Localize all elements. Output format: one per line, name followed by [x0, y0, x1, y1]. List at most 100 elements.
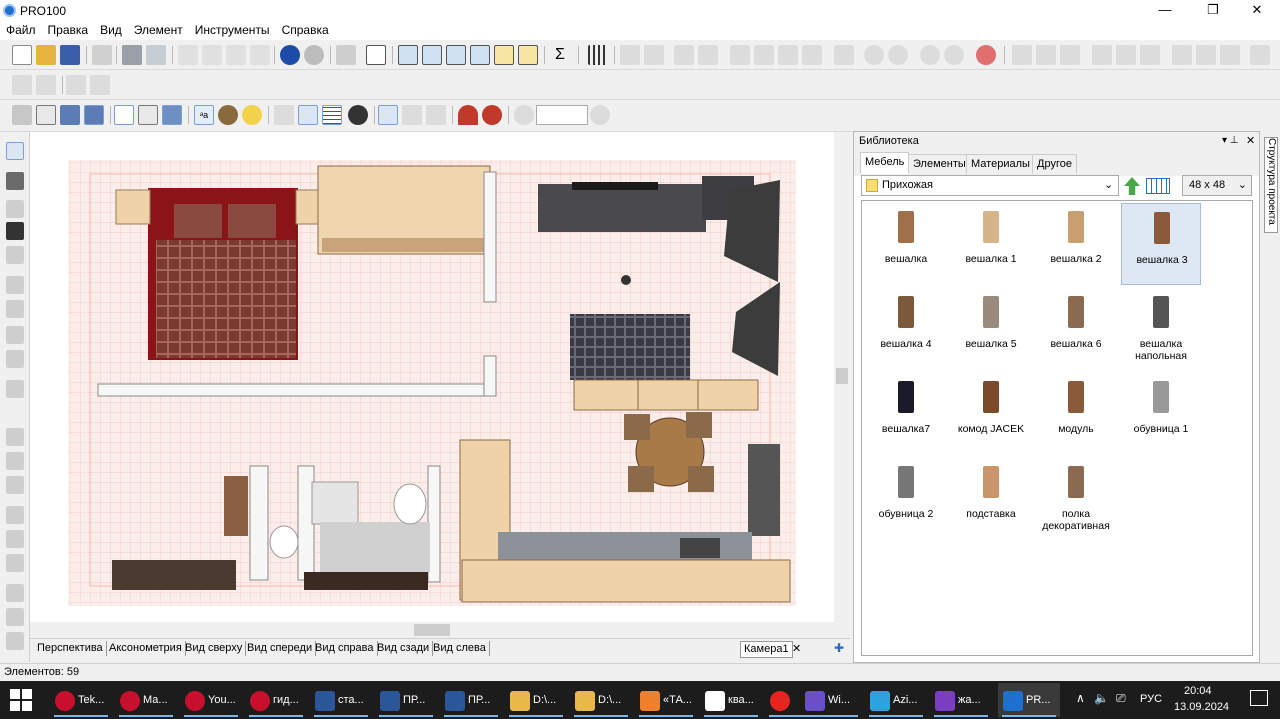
thumb-size-select[interactable]: 48 x 48 ⌄	[1182, 175, 1252, 196]
paste-icon[interactable]	[226, 45, 246, 65]
library-item[interactable]: вешалка напольная	[1121, 288, 1201, 370]
menu-tools[interactable]: Инструменты	[189, 22, 276, 39]
tab-front-view[interactable]: Вид спереди	[244, 641, 317, 656]
eyedropper-icon[interactable]	[6, 222, 24, 240]
tray-arrow-icon[interactable]: ∧	[1076, 691, 1085, 705]
tool-13-icon[interactable]	[6, 554, 24, 572]
taskbar-app[interactable]: ПР...	[375, 683, 437, 717]
tool-11-icon[interactable]	[6, 506, 24, 524]
align-extra-icon[interactable]	[1250, 45, 1270, 65]
snap-3-icon[interactable]	[426, 105, 446, 125]
tool-14-icon[interactable]	[6, 584, 24, 602]
start-button[interactable]	[10, 689, 32, 711]
tool-1-icon[interactable]	[6, 172, 24, 190]
view-box-1-icon[interactable]	[12, 105, 32, 125]
align-bottom-icon[interactable]	[1140, 45, 1160, 65]
material-icon[interactable]	[218, 105, 238, 125]
tab-other[interactable]: Другое	[1032, 154, 1077, 174]
tab-perspective[interactable]: Перспектива	[34, 641, 107, 656]
select-arrow-icon[interactable]	[6, 142, 24, 160]
link-2-icon[interactable]	[888, 45, 908, 65]
new-file-icon[interactable]	[12, 45, 32, 65]
library-item[interactable]: вешалка 5	[951, 288, 1031, 370]
library-item[interactable]: вешалка 1	[951, 203, 1031, 285]
view-box-6-icon[interactable]	[138, 105, 158, 125]
speaker-icon[interactable]: 🔈	[1094, 691, 1109, 705]
taskbar-app[interactable]: «ТА...	[635, 683, 697, 717]
text-icon[interactable]: ᵃa	[194, 105, 214, 125]
dimension-4-icon[interactable]	[90, 75, 110, 95]
align-middle-icon[interactable]	[1116, 45, 1136, 65]
tab-elements[interactable]: Элементы	[908, 154, 971, 174]
window-5-icon[interactable]	[494, 45, 514, 65]
sum-icon[interactable]: Σ	[550, 45, 570, 65]
menu-file[interactable]: Файл	[0, 22, 42, 39]
window-2-icon[interactable]	[422, 45, 442, 65]
library-item[interactable]: вешалка 4	[866, 288, 946, 370]
view-box-2-icon[interactable]	[36, 105, 56, 125]
add-camera-icon[interactable]: ✚	[834, 641, 844, 655]
library-item[interactable]: вешалка7	[866, 373, 946, 455]
library-item[interactable]: вешалка 6	[1036, 288, 1116, 370]
move-icon[interactable]	[754, 45, 774, 65]
link-1-icon[interactable]	[864, 45, 884, 65]
view-box-5-icon[interactable]	[114, 105, 134, 125]
view-box-7-icon[interactable]	[162, 105, 182, 125]
taskbar-app[interactable]: Azi...	[865, 683, 927, 717]
taskbar-app[interactable]: You...	[180, 683, 242, 717]
grid-icon[interactable]	[588, 45, 608, 65]
library-item[interactable]: подставка	[951, 458, 1031, 540]
tab-left-view[interactable]: Вид слева	[430, 641, 490, 656]
edit-1-icon[interactable]	[834, 45, 854, 65]
snap-1-icon[interactable]	[378, 105, 398, 125]
menu-element[interactable]: Элемент	[128, 22, 189, 39]
maximize-button[interactable]: ❐	[1190, 0, 1236, 22]
tab-furniture[interactable]: Мебель	[860, 152, 910, 174]
library-item[interactable]: обувница 1	[1121, 373, 1201, 455]
tool-8-icon[interactable]	[6, 428, 24, 446]
menu-view[interactable]: Вид	[94, 22, 128, 39]
library-item[interactable]: вешалка	[866, 203, 946, 285]
design-viewport[interactable]	[30, 132, 834, 622]
tab-axonometry[interactable]: Аксонометрия	[106, 641, 186, 656]
distribute-3-icon[interactable]	[1060, 45, 1080, 65]
menu-help[interactable]: Справка	[276, 22, 335, 39]
tool-5-icon[interactable]	[6, 300, 24, 318]
align-1-icon[interactable]	[620, 45, 640, 65]
eye-2-icon[interactable]	[944, 45, 964, 65]
library-item[interactable]: полка декоративная	[1036, 458, 1116, 540]
window-1-icon[interactable]	[398, 45, 418, 65]
tool-icon[interactable]	[274, 105, 294, 125]
window-3-icon[interactable]	[446, 45, 466, 65]
print-preview-icon[interactable]	[146, 45, 166, 65]
distribute-1-icon[interactable]	[1012, 45, 1032, 65]
tab-top-view[interactable]: Вид сверху	[182, 641, 247, 656]
taskbar-app[interactable]: D:\...	[570, 683, 632, 717]
vertical-scrollbar[interactable]	[834, 132, 850, 622]
align-top-icon[interactable]	[1092, 45, 1112, 65]
tool-7-icon[interactable]	[6, 350, 24, 368]
save-icon[interactable]	[60, 45, 80, 65]
tab-right-view[interactable]: Вид справа	[312, 641, 378, 656]
eye-1-icon[interactable]	[920, 45, 940, 65]
mirror-icon[interactable]	[778, 45, 798, 65]
grid-view-icon[interactable]	[322, 105, 342, 125]
window-4-icon[interactable]	[470, 45, 490, 65]
align-right-icon[interactable]	[1220, 45, 1240, 65]
align-left-icon[interactable]	[1172, 45, 1192, 65]
taskbar-app[interactable]: Wi...	[800, 683, 862, 717]
zoom-in-icon[interactable]	[590, 105, 610, 125]
group-icon[interactable]	[336, 45, 356, 65]
library-item[interactable]: модуль	[1036, 373, 1116, 455]
distribute-2-icon[interactable]	[1036, 45, 1056, 65]
dimension-1-icon[interactable]	[12, 75, 32, 95]
tool-15-icon[interactable]	[6, 608, 24, 626]
notifications-icon[interactable]	[1250, 690, 1268, 706]
target-icon[interactable]	[976, 45, 996, 65]
view-box-3-icon[interactable]	[60, 105, 80, 125]
tab-camera[interactable]: Камера1	[740, 641, 793, 658]
tool-10-icon[interactable]	[6, 476, 24, 494]
magnet-icon[interactable]	[458, 105, 478, 125]
print-icon[interactable]	[122, 45, 142, 65]
eye-icon[interactable]	[348, 105, 368, 125]
